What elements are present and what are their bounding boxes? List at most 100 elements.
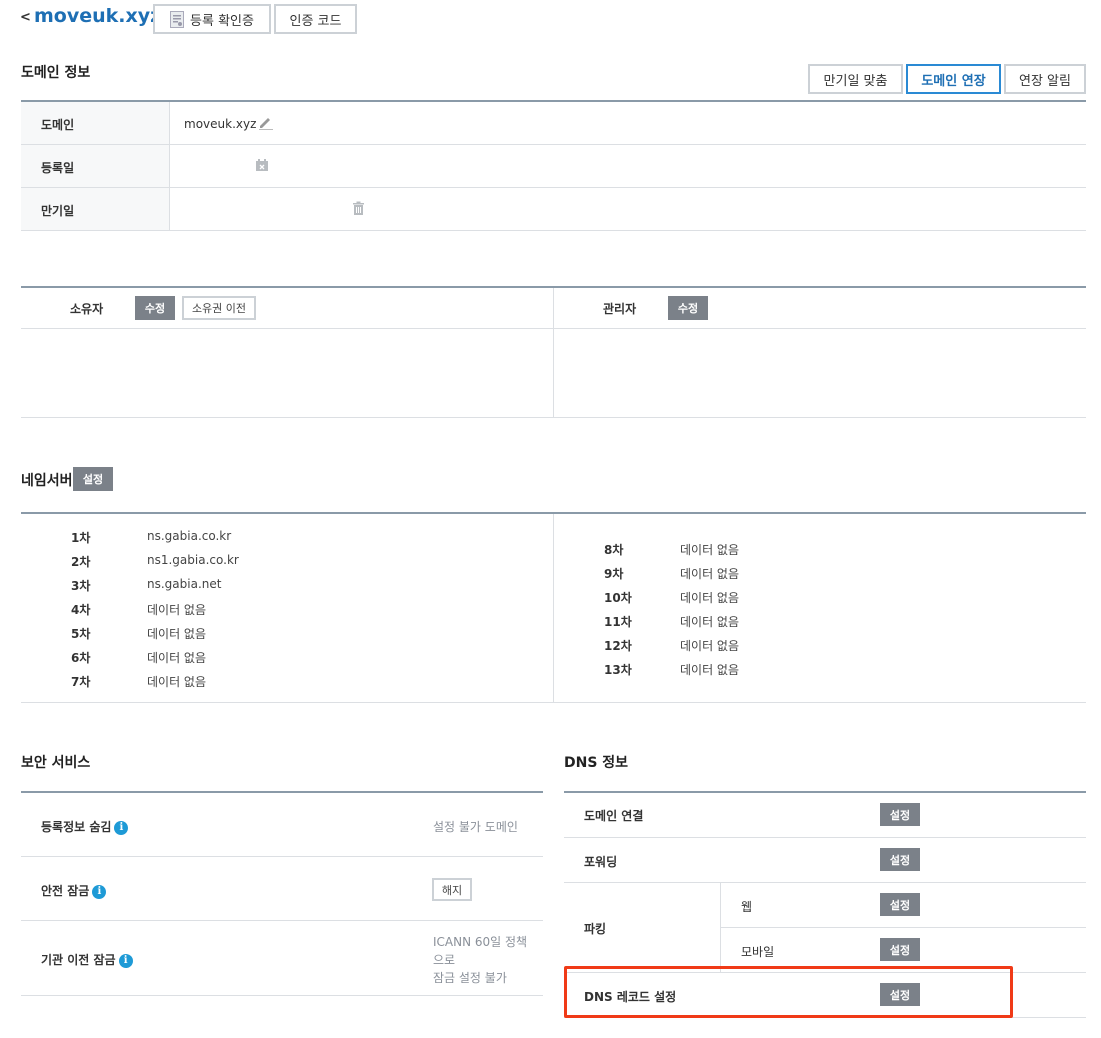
dns-connect-setup-label: 설정	[889, 808, 911, 822]
admin-label: 관리자	[603, 302, 637, 316]
divider	[720, 927, 1086, 928]
divider	[564, 837, 1086, 838]
dns-title: DNS 정보	[564, 755, 629, 771]
ownership-transfer-label: 소유권 이전	[191, 302, 247, 315]
security-title: 보안 서비스	[21, 755, 91, 771]
safe-lock-release-label: 해지	[441, 883, 463, 897]
owner-label: 소유자	[70, 302, 104, 316]
nameserver-title: 네임서버	[21, 473, 73, 489]
match-expiry-label: 만기일 맞춤	[823, 73, 888, 89]
nameserver-rank: 3차	[71, 579, 91, 593]
divider	[564, 882, 1086, 883]
forwarding-setup-button[interactable]: 설정	[880, 848, 920, 871]
nameserver-value: 데이터 없음	[147, 675, 207, 689]
divider	[21, 702, 1086, 703]
registered-row-label: 등록일	[41, 161, 75, 175]
privacy-label-text: 등록정보 숨김	[41, 820, 112, 834]
dns-connect-setup-button[interactable]: 설정	[880, 803, 920, 826]
parking-web-label: 웹	[741, 900, 753, 914]
dns-connect-label: 도메인 연결	[584, 809, 644, 823]
forwarding-setup-label: 설정	[889, 853, 911, 867]
nameserver-setup-label: 설정	[82, 473, 104, 486]
info-icon[interactable]: i	[114, 820, 129, 835]
match-expiry-button[interactable]: 만기일 맞춤	[808, 64, 903, 94]
info-icon[interactable]: i	[92, 884, 107, 899]
safe-lock-release-button[interactable]: 해지	[432, 878, 472, 901]
info-icon[interactable]: i	[118, 953, 133, 968]
parking-mobile-setup-label: 설정	[889, 943, 911, 957]
admin-edit-button[interactable]: 수정	[668, 296, 708, 320]
divider	[553, 288, 554, 417]
renew-button[interactable]: 도메인 연장	[906, 64, 1001, 94]
domain-info-title: 도메인 정보	[21, 65, 91, 81]
domain-row-label: 도메인	[41, 118, 75, 132]
divider	[21, 230, 1086, 231]
nameserver-rank: 2차	[71, 555, 91, 569]
trash-icon	[352, 201, 365, 218]
dns-record-highlight	[564, 966, 1013, 1018]
transfer-lock-label: 기관 이전 잠금 i	[41, 951, 133, 968]
domain-title: moveuk.xyz	[34, 5, 162, 27]
transfer-lock-label-text: 기관 이전 잠금	[41, 953, 116, 967]
renew-label: 도메인 연장	[921, 73, 986, 89]
transfer-lock-value-line-3: 잠금 설정 불가	[433, 971, 507, 985]
divider	[21, 791, 543, 793]
owner-edit-button[interactable]: 수정	[135, 296, 175, 320]
nameserver-rank: 8차	[604, 543, 624, 557]
auth-code-button[interactable]: 인증 코드	[274, 4, 357, 34]
back-link[interactable]: <	[20, 10, 31, 25]
privacy-label: 등록정보 숨김 i	[41, 818, 129, 835]
nameserver-setup-button[interactable]: 설정	[73, 467, 113, 491]
divider	[720, 883, 721, 972]
nameserver-rank: 5차	[71, 627, 91, 641]
nameserver-rank: 4차	[71, 603, 91, 617]
owner-edit-label: 수정	[144, 302, 166, 315]
parking-web-setup-button[interactable]: 설정	[880, 893, 920, 916]
nameserver-value: 데이터 없음	[147, 651, 207, 665]
renew-notice-label: 연장 알림	[1019, 73, 1071, 89]
divider	[169, 102, 170, 230]
auth-code-label: 인증 코드	[289, 13, 342, 29]
admin-edit-label: 수정	[677, 302, 699, 315]
divider	[21, 856, 543, 857]
nameserver-rank: 7차	[71, 675, 91, 689]
nameserver-value: 데이터 없음	[680, 543, 740, 557]
nameserver-value: 데이터 없음	[680, 663, 740, 677]
transfer-lock-value-line-1: ICANN 60일 정책	[433, 935, 528, 949]
calendar-icon	[255, 158, 269, 175]
parking-mobile-label: 모바일	[741, 945, 775, 959]
certificate-label: 등록 확인증	[190, 13, 254, 29]
nameserver-rank: 12차	[604, 639, 632, 653]
nameserver-value: ns1.gabia.co.kr	[147, 553, 239, 567]
divider	[21, 187, 1086, 188]
nameserver-value: 데이터 없음	[680, 591, 740, 605]
renew-notice-button[interactable]: 연장 알림	[1004, 64, 1086, 94]
ownership-transfer-button[interactable]: 소유권 이전	[182, 296, 256, 320]
nameserver-value: 데이터 없음	[147, 627, 207, 641]
safe-lock-label: 안전 잠금 i	[41, 882, 107, 899]
edit-icon[interactable]	[258, 116, 274, 133]
expiry-row-label: 만기일	[41, 204, 75, 218]
divider	[21, 417, 1086, 418]
divider	[21, 100, 1086, 102]
divider	[553, 514, 554, 702]
divider	[21, 995, 543, 996]
domain-row-value: moveuk.xyz	[184, 117, 257, 131]
certificate-button[interactable]: 등록 확인증	[153, 4, 271, 34]
certificate-icon	[170, 10, 185, 28]
nameserver-rank: 1차	[71, 531, 91, 545]
nameserver-value: ns.gabia.net	[147, 577, 222, 591]
privacy-value: 설정 불가 도메인	[433, 820, 518, 834]
nameserver-rank: 10차	[604, 591, 632, 605]
parking-web-setup-label: 설정	[889, 898, 911, 912]
parking-label: 파킹	[584, 922, 607, 936]
nameserver-value: 데이터 없음	[147, 603, 207, 617]
divider	[564, 791, 1086, 793]
nameserver-value: 데이터 없음	[680, 639, 740, 653]
nameserver-rank: 6차	[71, 651, 91, 665]
forwarding-label: 포워딩	[584, 855, 618, 869]
parking-mobile-setup-button[interactable]: 설정	[880, 938, 920, 961]
nameserver-value: 데이터 없음	[680, 567, 740, 581]
transfer-lock-value-line-2: 으로	[433, 953, 456, 967]
nameserver-rank: 9차	[604, 567, 624, 581]
